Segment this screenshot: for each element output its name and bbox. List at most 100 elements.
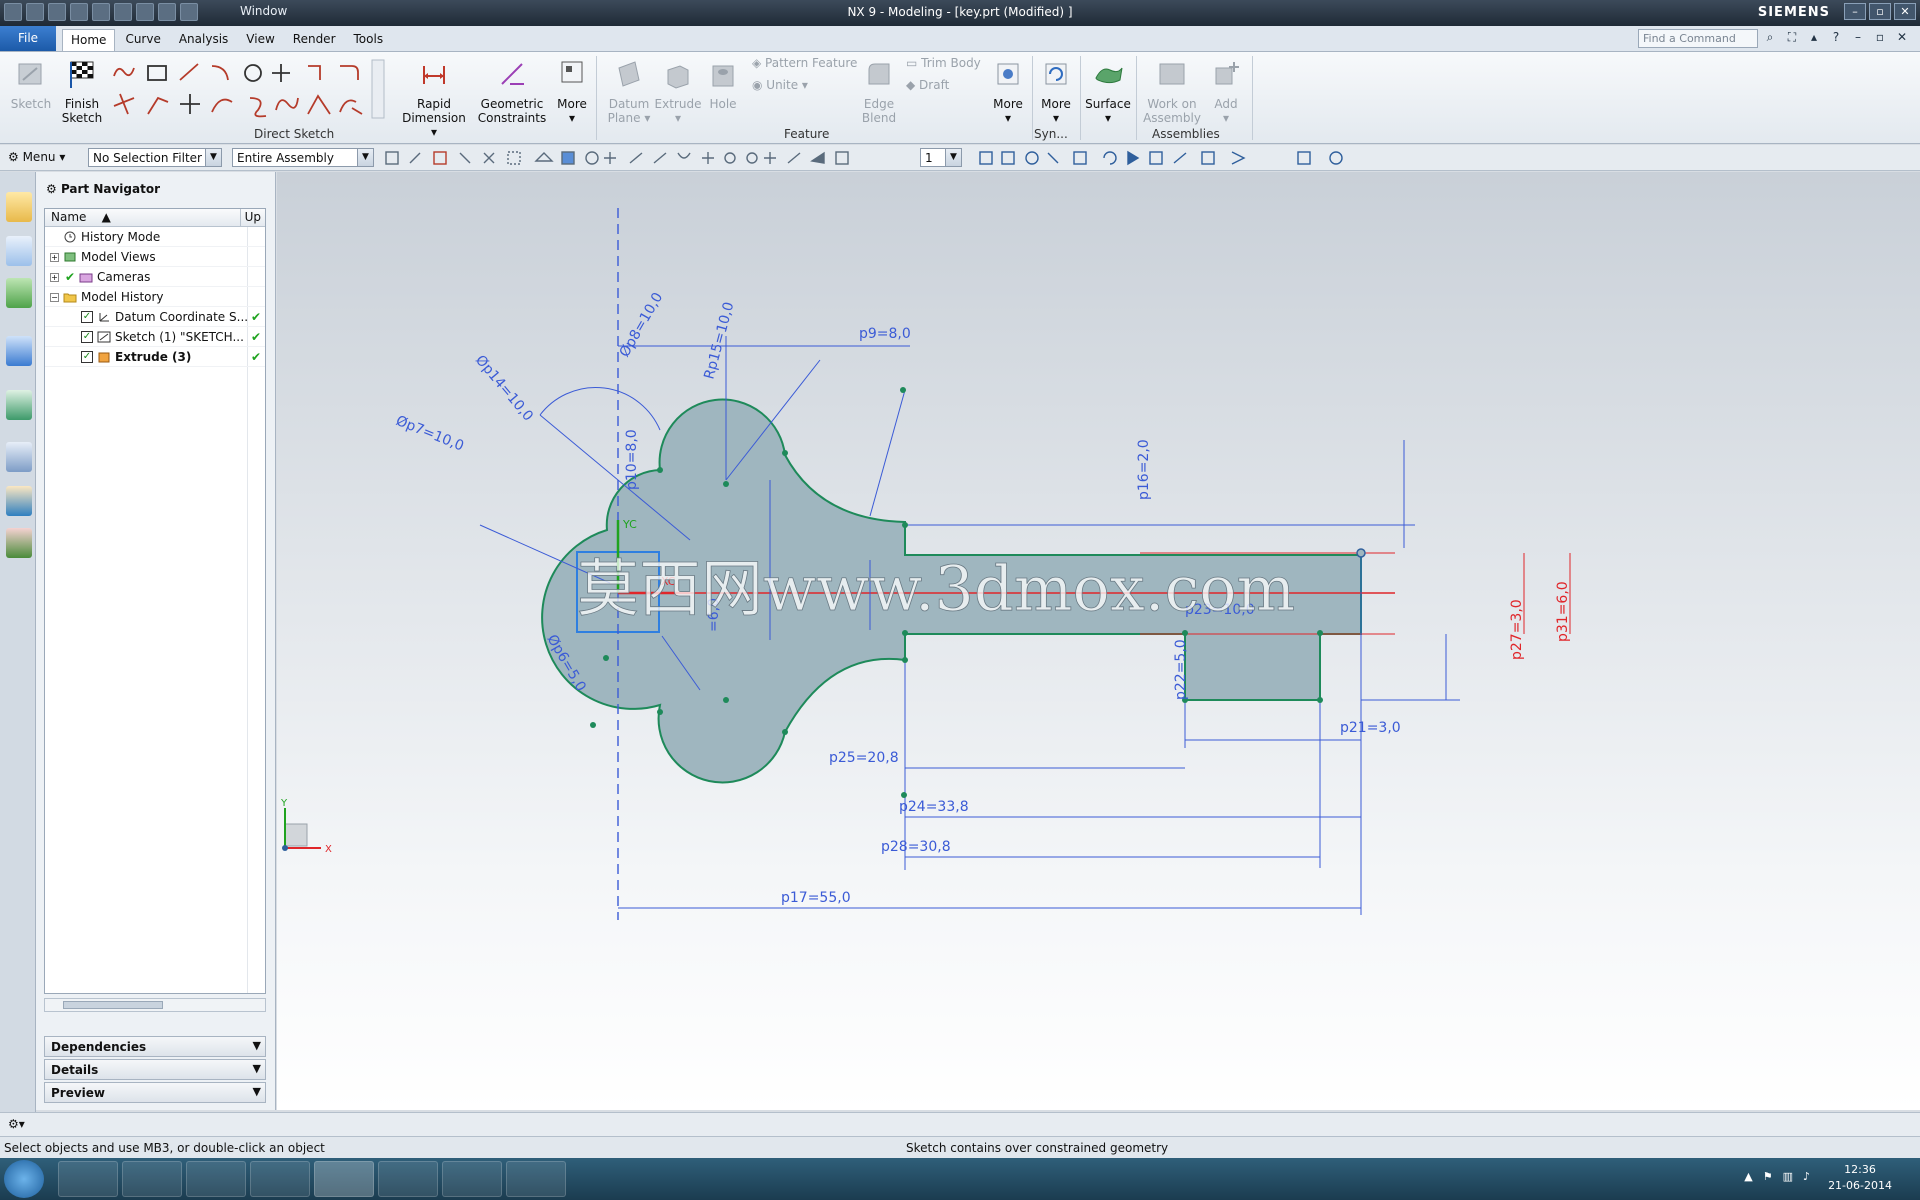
selection-filter-select[interactable]: No Selection Filter ▼ bbox=[88, 148, 222, 167]
datum-plane-button[interactable]: Datum Plane ▾ bbox=[603, 58, 655, 125]
taskbar-acrobat[interactable] bbox=[250, 1161, 310, 1197]
reuse-library-icon[interactable] bbox=[6, 278, 32, 308]
chevron-down-icon: ▼ bbox=[252, 1085, 261, 1098]
file-menu-button[interactable]: File bbox=[0, 26, 56, 51]
taskbar-app-8[interactable] bbox=[506, 1161, 566, 1197]
hole-icon bbox=[712, 65, 734, 87]
minimize-button[interactable]: – bbox=[1844, 3, 1866, 20]
rapid-dimension-button[interactable]: Rapid Dimension ▾ bbox=[398, 58, 470, 139]
tab-render[interactable]: Render bbox=[285, 29, 344, 51]
dimension-p28: p28=30,8 bbox=[881, 839, 951, 855]
dimension-p21: p21=3,0 bbox=[1340, 720, 1401, 736]
minimize-ribbon-icon[interactable]: ▴ bbox=[1806, 30, 1822, 46]
add-component-button[interactable]: Add ▾ bbox=[1206, 58, 1246, 125]
ribbon-tab-bar: File Home Curve Analysis View Render Too… bbox=[0, 26, 1920, 52]
navigator-tree[interactable]: Name ▲ Up History Mode + Model Views + ✔… bbox=[44, 208, 266, 994]
close-button[interactable]: ✕ bbox=[1894, 3, 1916, 20]
chevron-down-icon: ▼ bbox=[252, 1062, 261, 1075]
hd3d-tools-icon[interactable] bbox=[6, 336, 32, 366]
system-materials-icon[interactable] bbox=[6, 486, 32, 516]
search-icon[interactable]: ⌕ bbox=[1762, 30, 1778, 46]
tab-view[interactable]: View bbox=[238, 29, 282, 51]
expand-icon[interactable]: + bbox=[50, 253, 59, 262]
draft-button[interactable]: ◆ Draft bbox=[906, 78, 949, 92]
navigator-horizontal-scrollbar[interactable] bbox=[44, 998, 266, 1012]
hole-button[interactable]: Hole bbox=[702, 58, 744, 111]
part-navigator-icon[interactable] bbox=[6, 236, 32, 266]
sketch-curve-tools[interactable] bbox=[108, 58, 386, 122]
selection-scope-select[interactable]: Entire Assembly ▼ bbox=[232, 148, 374, 167]
network-icon: ▥ bbox=[1782, 1170, 1793, 1183]
cue-line-text: Select objects and use MB3, or double-cl… bbox=[4, 1141, 325, 1155]
column-header-name[interactable]: Name ▲ bbox=[45, 209, 241, 226]
assembly-navigator-icon[interactable] bbox=[6, 192, 32, 222]
doc-restore-icon[interactable]: ▫ bbox=[1872, 30, 1888, 46]
clock[interactable]: 12:36 21-06-2014 bbox=[1828, 1162, 1892, 1194]
view-toolbar-icons[interactable] bbox=[978, 149, 1358, 167]
folder-icon bbox=[63, 293, 77, 303]
work-on-assembly-button[interactable]: Work on Assembly bbox=[1140, 58, 1204, 125]
finish-sketch-button[interactable]: Finish Sketch bbox=[56, 58, 108, 125]
tree-item-cameras[interactable]: + ✔ Cameras bbox=[45, 267, 265, 287]
more-direct-sketch-button[interactable]: More ▾ bbox=[553, 58, 591, 125]
tree-item-model-views[interactable]: + Model Views bbox=[45, 247, 265, 267]
expand-icon[interactable]: + bbox=[50, 273, 59, 282]
more-feature-button[interactable]: More ▾ bbox=[988, 58, 1028, 125]
collapse-icon[interactable]: − bbox=[50, 293, 59, 302]
graphics-window[interactable]: p9=8,0 Øp8=10,0 Rp15=10,0 Øp14=10,0 Øp7=… bbox=[277, 172, 1920, 1110]
camera-icon bbox=[79, 273, 93, 283]
dependencies-panel[interactable]: Dependencies ▼ bbox=[44, 1036, 266, 1057]
taskbar-app-1[interactable] bbox=[58, 1161, 118, 1197]
visibility-checkbox[interactable]: ✓ bbox=[81, 331, 93, 343]
taskbar-app-6[interactable] bbox=[378, 1161, 438, 1197]
extrude-button[interactable]: Extrude ▾ bbox=[654, 58, 702, 125]
taskbar-app-7[interactable] bbox=[442, 1161, 502, 1197]
layer-select[interactable]: 1 ▼ bbox=[920, 148, 962, 167]
tab-tools[interactable]: Tools bbox=[346, 29, 392, 51]
column-header-up-to-date[interactable]: Up bbox=[241, 209, 265, 226]
restore-button[interactable]: ▫ bbox=[1869, 3, 1891, 20]
tree-item-history-mode[interactable]: History Mode bbox=[45, 227, 265, 247]
details-panel[interactable]: Details ▼ bbox=[44, 1059, 266, 1080]
doc-minimize-icon[interactable]: – bbox=[1850, 30, 1866, 46]
surface-button[interactable]: Surface ▾ bbox=[1084, 58, 1132, 125]
find-command-input[interactable]: Find a Command bbox=[1638, 29, 1758, 48]
web-browser-icon[interactable] bbox=[6, 390, 32, 420]
roles-icon[interactable] bbox=[6, 528, 32, 558]
visibility-checkbox[interactable]: ✓ bbox=[81, 311, 93, 323]
group-label-synchronous: Syn... bbox=[1034, 127, 1068, 141]
more-synchronous-button[interactable]: More ▾ bbox=[1036, 58, 1076, 125]
doc-close-icon[interactable]: ✕ bbox=[1894, 30, 1910, 46]
unite-button[interactable]: ◉ Unite ▾ bbox=[752, 78, 808, 92]
tree-item-sketch[interactable]: ✓ Sketch (1) "SKETCH... ✔ bbox=[45, 327, 265, 347]
dimension-p8: Øp8=10,0 bbox=[617, 290, 667, 360]
menu-button[interactable]: ⚙ Menu ▾ bbox=[8, 150, 65, 164]
taskbar-internet-explorer[interactable] bbox=[122, 1161, 182, 1197]
help-icon[interactable]: ? bbox=[1828, 30, 1844, 46]
group-label-feature: Feature bbox=[784, 127, 830, 141]
snap-point-toolbar-icons[interactable] bbox=[384, 149, 904, 167]
sketch-button[interactable]: Sketch bbox=[8, 58, 54, 111]
tree-item-extrude[interactable]: ✓ Extrude (3) ✔ bbox=[45, 347, 265, 367]
tree-item-datum-csys[interactable]: ✓ Datum Coordinate S... ✔ bbox=[45, 307, 265, 327]
trim-body-button[interactable]: ▭ Trim Body bbox=[906, 56, 981, 70]
system-tray[interactable]: ▲ ⚑ ▥ ♪ bbox=[1744, 1170, 1810, 1183]
taskbar-file-explorer[interactable] bbox=[186, 1161, 246, 1197]
visibility-checkbox[interactable]: ✓ bbox=[81, 351, 93, 363]
tab-analysis[interactable]: Analysis bbox=[171, 29, 236, 51]
tab-curve[interactable]: Curve bbox=[117, 29, 168, 51]
history-icon[interactable] bbox=[6, 442, 32, 472]
sketch-canvas[interactable]: p9=8,0 Øp8=10,0 Rp15=10,0 Øp14=10,0 Øp7=… bbox=[277, 172, 1920, 1110]
up-to-date-checkmark-icon: ✔ bbox=[251, 310, 262, 324]
pattern-feature-button[interactable]: ◈ Pattern Feature bbox=[752, 56, 857, 70]
tree-item-model-history[interactable]: − Model History bbox=[45, 287, 265, 307]
start-button[interactable] bbox=[4, 1160, 44, 1198]
tab-home[interactable]: Home bbox=[62, 29, 116, 51]
preview-panel[interactable]: Preview ▼ bbox=[44, 1082, 266, 1103]
geometric-constraints-button[interactable]: Geometric Constraints bbox=[476, 58, 548, 125]
command-finder-icon[interactable]: ⚙▾ bbox=[8, 1117, 25, 1131]
taskbar-nx[interactable] bbox=[314, 1161, 374, 1197]
edge-blend-button[interactable]: Edge Blend bbox=[858, 58, 900, 125]
full-screen-icon[interactable]: ⛶ bbox=[1784, 30, 1800, 46]
surface-icon bbox=[1095, 67, 1123, 84]
